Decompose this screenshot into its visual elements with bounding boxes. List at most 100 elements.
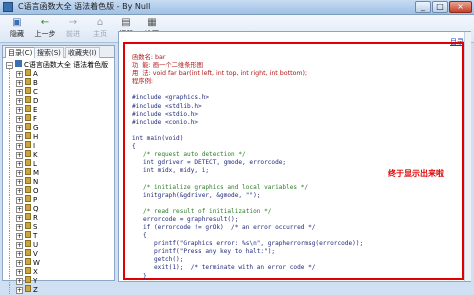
collapse-icon[interactable]: − [6,62,13,69]
tree-item[interactable]: + C [9,87,112,96]
tree-item-label: F [33,115,38,123]
code-line: /* request auto detection */ [132,151,246,159]
expand-icon[interactable]: + [16,71,23,78]
tree-item[interactable]: + E [9,105,112,114]
book-icon [25,114,31,121]
tree-item-label: U [33,241,39,249]
expand-icon[interactable]: + [16,287,23,294]
tree-item-label: R [33,214,38,222]
tree-item[interactable]: + S [9,222,112,231]
code-line: printf("Press any key to halt:"); [132,248,276,256]
tree-item-label: K [33,151,38,159]
tab-favorites[interactable]: 收藏夹(I) [65,47,100,58]
expand-icon[interactable]: + [16,179,23,186]
book-icon [25,87,31,94]
expand-icon[interactable]: + [16,233,23,240]
tree-item[interactable]: + X [9,267,112,276]
expand-icon[interactable]: + [16,197,23,204]
content-pane: 目录 函数名: bar 功 能: 画一个二维条形图用 法: void far ba… [118,31,471,282]
back-button-label: 上一步 [34,30,56,38]
close-button[interactable]: × [449,1,472,13]
expand-icon[interactable]: + [16,206,23,213]
tree-item-label: I [33,142,36,150]
expand-icon[interactable]: + [16,125,23,132]
book-icon [25,150,31,157]
tree-item-label: D [33,97,39,105]
tree-item[interactable]: + Y [9,276,112,285]
tree-item[interactable]: + F [9,114,112,123]
tree-item[interactable]: + H [9,132,112,141]
tree-item-label: M [33,169,40,177]
book-icon [25,195,31,202]
book-icon [25,186,31,193]
forward-button[interactable]: → 前进 [60,17,86,42]
tree-item[interactable]: + W [9,258,112,267]
book-icon [25,105,31,112]
back-button[interactable]: ← 上一步 [32,17,58,42]
tree-item[interactable]: + U [9,240,112,249]
expand-icon[interactable]: + [16,152,23,159]
tree-item[interactable]: + M [9,168,112,177]
expand-icon[interactable]: + [16,89,23,96]
expand-icon[interactable]: + [16,269,23,276]
tree-item[interactable]: + G [9,123,112,132]
code-line: { [132,232,147,240]
tree-item-label: O [33,187,39,195]
tree-item[interactable]: + V [9,249,112,258]
tab-contents[interactable]: 目录(C) [5,47,36,58]
tree-item[interactable]: + T [9,231,112,240]
expand-icon[interactable]: + [16,188,23,195]
expand-icon[interactable]: + [16,260,23,267]
tree-item[interactable]: + N [9,177,112,186]
app-icon [3,2,13,12]
expand-icon[interactable]: + [16,107,23,114]
code-line: int gdriver = DETECT, gmode, errorcode; [132,159,287,167]
expand-icon[interactable]: + [16,251,23,258]
hide-button[interactable]: ▣ 隐藏 [4,17,30,42]
expand-icon[interactable]: + [16,116,23,123]
tree-item-label: L [33,160,37,168]
book-icon [25,96,31,103]
tab-search[interactable]: 搜索(S) [34,47,64,58]
code-line: #include <stdio.h> [132,110,199,118]
tree-item[interactable]: + P [9,195,112,204]
nav-tabs: 目录(C) 搜索(S) 收藏夹(I) [3,46,114,58]
book-icon [25,267,31,274]
expand-icon[interactable]: + [16,170,23,177]
expand-icon[interactable]: + [16,98,23,105]
tree-item[interactable]: + B [9,78,112,87]
tree-item[interactable]: + R [9,213,112,222]
expand-icon[interactable]: + [16,161,23,168]
tree-root[interactable]: − C语言函数大全 语法着色版 [6,60,112,69]
expand-icon[interactable]: + [16,242,23,249]
expand-icon[interactable]: + [16,278,23,285]
tree-item[interactable]: + A [9,69,112,78]
tree-item-label: N [33,178,39,186]
tree-item[interactable]: + I [9,141,112,150]
expand-icon[interactable]: + [16,134,23,141]
maximize-button[interactable]: □ [432,1,448,13]
book-icon [25,168,31,175]
tree-item-label: W [33,259,40,267]
expand-icon[interactable]: + [16,80,23,87]
tree-item[interactable]: + L [9,159,112,168]
code-line: 函数名: bar [132,54,166,61]
code-line: } [132,272,147,280]
minimize-button[interactable]: _ [415,1,431,13]
tree-item[interactable]: + Z [9,285,112,294]
tree-item[interactable]: + D [9,96,112,105]
vertical-scrollbar[interactable] [464,32,471,281]
code-line: #include <stdlib.h> [132,102,202,110]
expand-icon[interactable]: + [16,224,23,231]
home-button[interactable]: ⌂ 主页 [87,17,113,42]
tree-item[interactable]: + K [9,150,112,159]
tree-item-label: Z [33,286,38,294]
expand-icon[interactable]: + [16,143,23,150]
book-icon [25,69,31,76]
forward-button-label: 前进 [66,30,80,38]
expand-icon[interactable]: + [16,215,23,222]
book-icon [25,222,31,229]
tree-item[interactable]: + Q [9,204,112,213]
tree-item[interactable]: + O [9,186,112,195]
